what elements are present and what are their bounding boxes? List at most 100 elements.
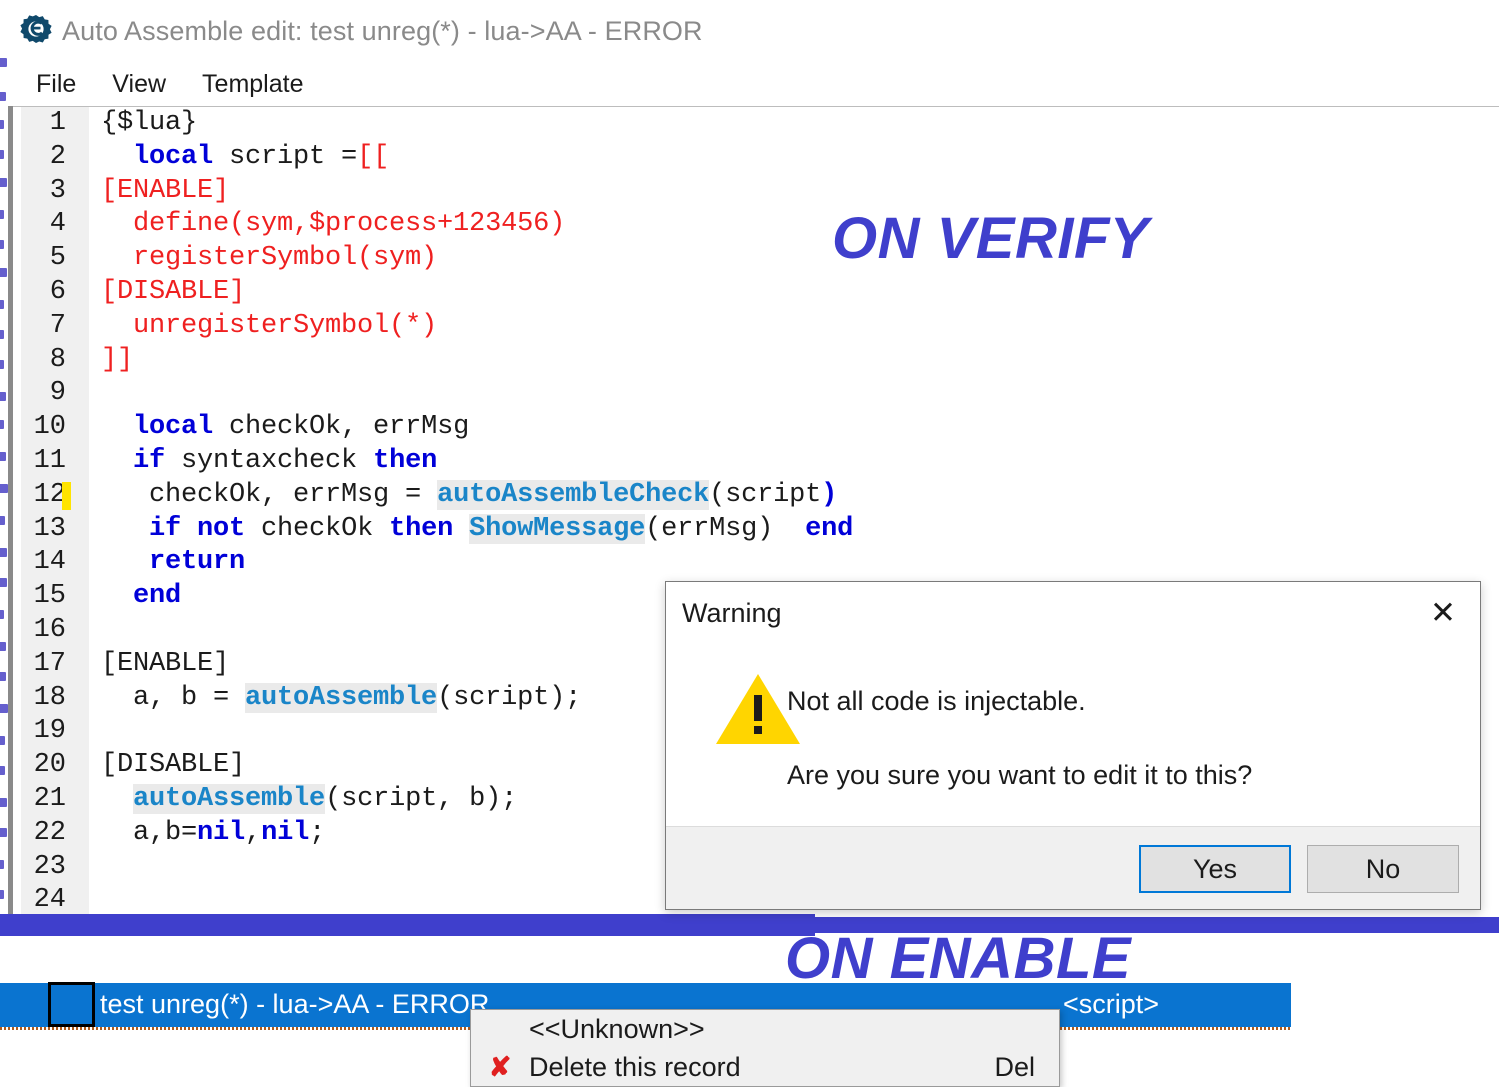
context-menu-item-unknown-label: <<Unknown>>: [529, 1014, 705, 1045]
line-number: 4: [21, 208, 71, 242]
cheat-engine-gear-icon: [16, 11, 56, 51]
dialog-title-bar: Warning ✕: [666, 582, 1480, 646]
line-number: 24: [21, 884, 71, 915]
title-bar: Auto Assemble edit: test unreg(*) - lua-…: [8, 0, 1499, 62]
line-number: 23: [21, 851, 71, 885]
yes-button[interactable]: Yes: [1139, 845, 1291, 893]
code-line[interactable]: 6 [DISABLE]: [21, 276, 1499, 310]
code-line-text: ]]: [89, 344, 1499, 378]
edge-artifact-fragment: [0, 766, 5, 775]
code-line[interactable]: 4 define(sym,$process+123456): [21, 208, 1499, 242]
edge-artifact-fragment: [0, 484, 8, 493]
line-number: 3: [21, 175, 71, 209]
dialog-message-line-1: Not all code is injectable.: [787, 686, 1086, 717]
record-active-checkbox[interactable]: [48, 982, 95, 1027]
line-number: 10: [21, 411, 71, 445]
record-address-script: <script>: [1063, 989, 1159, 1020]
code-line[interactable]: 3[ENABLE]: [21, 175, 1499, 209]
code-line[interactable]: 10 local checkOk, errMsg: [21, 411, 1499, 445]
gutter-bookmark-column: [71, 242, 89, 276]
code-line[interactable]: 13 if not checkOk then ShowMessage(errMs…: [21, 513, 1499, 547]
gutter-bookmark-column: [71, 884, 89, 915]
gutter-bookmark-column: [71, 411, 89, 445]
context-menu-item-delete-label: Delete this record: [529, 1052, 741, 1083]
line-number: 5: [21, 242, 71, 276]
context-menu-item-delete-record[interactable]: ✘ Delete this record Del: [471, 1048, 1059, 1086]
edge-artifact-fragment: [0, 92, 6, 101]
edge-artifact-fragment: [0, 300, 4, 309]
gutter-bookmark-column: [71, 141, 89, 175]
menu-item-view[interactable]: View: [98, 70, 180, 99]
code-line-text: checkOk, errMsg = autoAssembleCheck(scri…: [89, 479, 1499, 513]
edge-artifact-fragment: [0, 828, 7, 837]
record-description: test unreg(*) - lua->AA - ERROR: [100, 989, 489, 1020]
edge-artifact-fragment: [0, 268, 7, 277]
code-line[interactable]: 5 registerSymbol(sym): [21, 242, 1499, 276]
gutter-bookmark-column: [71, 107, 89, 141]
edge-artifact-fragment: [0, 210, 4, 219]
edge-artifact-fragment: [0, 516, 5, 525]
code-line[interactable]: 8]]: [21, 344, 1499, 378]
code-line-text: [DISABLE]: [89, 276, 1499, 310]
menu-item-file[interactable]: File: [22, 70, 90, 99]
line-number: 6: [21, 276, 71, 310]
gutter-bookmark-column: [71, 276, 89, 310]
window-left-border: [8, 106, 13, 915]
record-context-menu: <<Unknown>> ✘ Delete this record Del: [470, 1009, 1060, 1087]
edge-artifact-fragment: [0, 240, 4, 249]
line-number: 1: [21, 107, 71, 141]
menu-bar: File View Template: [8, 62, 1499, 107]
line-number: 18: [21, 682, 71, 716]
line-number: 7: [21, 310, 71, 344]
edge-artifact-fragment: [0, 860, 4, 869]
code-line-text: local script =[[: [89, 141, 1499, 175]
line-number: 13: [21, 513, 71, 547]
gutter-bookmark-column: [71, 783, 89, 817]
edge-artifact-fragment: [0, 578, 7, 587]
edge-artifact-fragment: [0, 798, 7, 807]
code-line[interactable]: 1{$lua}: [21, 107, 1499, 141]
line-number: 17: [21, 648, 71, 682]
delete-x-icon: ✘: [471, 1052, 529, 1083]
line-number: 14: [21, 546, 71, 580]
annotation-on-enable: ON ENABLE: [785, 925, 1131, 992]
code-line[interactable]: 14 return: [21, 546, 1499, 580]
line-number: 16: [21, 614, 71, 648]
gutter-bookmark-column: [71, 310, 89, 344]
no-button[interactable]: No: [1307, 845, 1459, 893]
code-line-text: unregisterSymbol(*): [89, 310, 1499, 344]
code-line[interactable]: 9: [21, 377, 1499, 411]
close-icon[interactable]: ✕: [1420, 592, 1466, 634]
edge-artifact-fragment: [0, 704, 8, 713]
code-line-text: define(sym,$process+123456): [89, 208, 1499, 242]
line-number: 20: [21, 749, 71, 783]
menu-item-template[interactable]: Template: [188, 70, 317, 99]
code-line[interactable]: 12 checkOk, errMsg = autoAssembleCheck(s…: [21, 479, 1499, 513]
code-line[interactable]: 11 if syntaxcheck then: [21, 445, 1499, 479]
code-line-text: if syntaxcheck then: [89, 445, 1499, 479]
gutter-bookmark-column: [71, 580, 89, 614]
line-number: 19: [21, 715, 71, 749]
dialog-footer: Yes No: [666, 826, 1480, 909]
code-line-text: local checkOk, errMsg: [89, 411, 1499, 445]
code-line-text: if not checkOk then ShowMessage(errMsg) …: [89, 513, 1499, 547]
context-menu-item-delete-accel: Del: [994, 1052, 1035, 1083]
edge-artifact-fragment: [0, 330, 4, 339]
edge-artifact-fragment: [0, 392, 6, 401]
gutter-bookmark-column: [71, 445, 89, 479]
code-line[interactable]: 7 unregisterSymbol(*): [21, 310, 1499, 344]
code-line[interactable]: 2 local script =[[: [21, 141, 1499, 175]
window-title: Auto Assemble edit: test unreg(*) - lua-…: [62, 16, 703, 47]
gutter-bookmark-column: [71, 175, 89, 209]
dialog-title: Warning: [682, 598, 782, 629]
edge-artifact-fragment: [0, 672, 6, 681]
context-menu-item-unknown[interactable]: <<Unknown>>: [471, 1010, 1059, 1048]
edge-artifact-fragment: [0, 178, 7, 187]
section-divider-left: [0, 914, 815, 936]
edge-artifact-fragment: [0, 736, 5, 745]
line-number: 8: [21, 344, 71, 378]
line-number: 11: [21, 445, 71, 479]
line-number: 15: [21, 580, 71, 614]
dialog-body: Not all code is injectable. Are you sure…: [666, 646, 1480, 825]
gutter-bookmark-column: [71, 479, 89, 513]
